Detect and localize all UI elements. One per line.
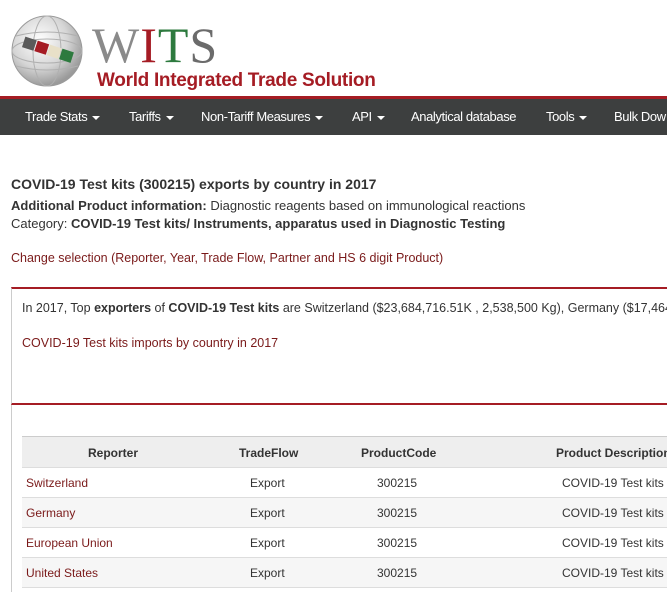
productcode-cell: 300215 (377, 476, 418, 490)
category-line: Category: COVID-19 Test kits/ Instrument… (11, 216, 505, 231)
nav-item-api[interactable]: API (352, 99, 385, 135)
tradeflow-cell: Export (250, 566, 285, 580)
globe-logo-icon[interactable] (10, 14, 84, 88)
table-row: Germany Export 300215 COVID-19 Test kits (22, 498, 667, 528)
reporter-link[interactable]: United States (26, 558, 98, 588)
reporter-link[interactable]: Germany (26, 498, 75, 528)
summary-part: are Switzerland ($23,684,716.51K , 2,538… (279, 301, 667, 315)
nav-item-tariffs[interactable]: Tariffs (129, 99, 174, 135)
summary-part: COVID-19 Test kits (168, 301, 280, 315)
site-header: WITS World Integrated Trade Solution (0, 0, 667, 96)
nav-item-label: Trade Stats (25, 109, 88, 124)
reporter-link[interactable]: European Union (26, 528, 113, 558)
table-row: European Union Export 300215 COVID-19 Te… (22, 528, 667, 558)
category-value: COVID-19 Test kits/ Instruments, apparat… (70, 216, 506, 231)
nav-item-non-tariff-measures[interactable]: Non-Tariff Measures (201, 99, 324, 135)
additional-info-label: Additional Product information: (11, 198, 207, 213)
productcode-cell: 300215 (377, 506, 418, 520)
imports-by-country-link[interactable]: COVID-19 Test kits imports by country in… (22, 336, 278, 350)
nav-item-label: Tools (546, 109, 575, 124)
main-nav: Trade Stats Tariffs Non-Tariff Measures … (0, 96, 667, 135)
nav-item-bulk-download[interactable]: Bulk Dow (614, 99, 666, 135)
wordmark-letter: I (140, 17, 158, 73)
summary-part: exporters (94, 301, 152, 315)
productcode-cell: 300215 (377, 536, 418, 550)
page-title: COVID-19 Test kits (300215) exports by c… (11, 176, 377, 192)
table-row: United States Export 300215 COVID-19 Tes… (22, 558, 667, 588)
nav-item-label: Analytical database (411, 109, 517, 124)
caret-down-icon (315, 115, 324, 120)
nav-item-label: Bulk Dow (614, 109, 666, 124)
column-header-productcode[interactable]: ProductCode (361, 437, 436, 469)
additional-info-value: Diagnostic reagents based on immunologic… (206, 198, 526, 213)
nav-item-label: Non-Tariff Measures (201, 109, 311, 124)
wits-wordmark[interactable]: WITS (92, 20, 218, 70)
nav-item-label: Tariffs (129, 109, 161, 124)
wordmark-letter: T (157, 17, 190, 73)
table-row: Switzerland Export 300215 COVID-19 Test … (22, 468, 667, 498)
change-selection-link[interactable]: Change selection (Reporter, Year, Trade … (11, 251, 443, 265)
caret-down-icon (376, 115, 385, 120)
table-header-row: Reporter TradeFlow ProductCode Product D… (22, 436, 667, 468)
nav-item-tools[interactable]: Tools (546, 99, 588, 135)
tradeflow-cell: Export (250, 476, 285, 490)
site-subtitle: World Integrated Trade Solution (97, 70, 376, 91)
column-header-reporter[interactable]: Reporter (88, 437, 138, 469)
product-description-cell: COVID-19 Test kits (562, 506, 664, 520)
summary-box: In 2017, Top exporters of COVID-19 Test … (11, 287, 667, 405)
product-description-cell: COVID-19 Test kits (562, 536, 664, 550)
nav-item-trade-stats[interactable]: Trade Stats (25, 99, 101, 135)
summary-text: In 2017, Top exporters of COVID-19 Test … (22, 301, 667, 315)
nav-item-label: API (352, 109, 372, 124)
reporter-link[interactable]: Switzerland (26, 468, 88, 498)
nav-item-analytical-database[interactable]: Analytical database (411, 99, 517, 135)
tradeflow-cell: Export (250, 506, 285, 520)
caret-down-icon (165, 115, 174, 120)
product-description-cell: COVID-19 Test kits (562, 476, 664, 490)
productcode-cell: 300215 (377, 566, 418, 580)
caret-down-icon (92, 115, 101, 120)
summary-part: In 2017, Top (22, 301, 95, 315)
wordmark-letter: S (189, 17, 219, 73)
category-label: Category: (11, 216, 71, 231)
summary-part: of (151, 301, 169, 315)
additional-product-info: Additional Product information: Diagnost… (11, 198, 525, 213)
wordmark-letter: W (92, 17, 141, 73)
tradeflow-cell: Export (250, 536, 285, 550)
product-description-cell: COVID-19 Test kits (562, 566, 664, 580)
column-header-product-description[interactable]: Product Description (556, 437, 667, 469)
column-header-tradeflow[interactable]: TradeFlow (239, 437, 298, 469)
caret-down-icon (579, 115, 588, 120)
